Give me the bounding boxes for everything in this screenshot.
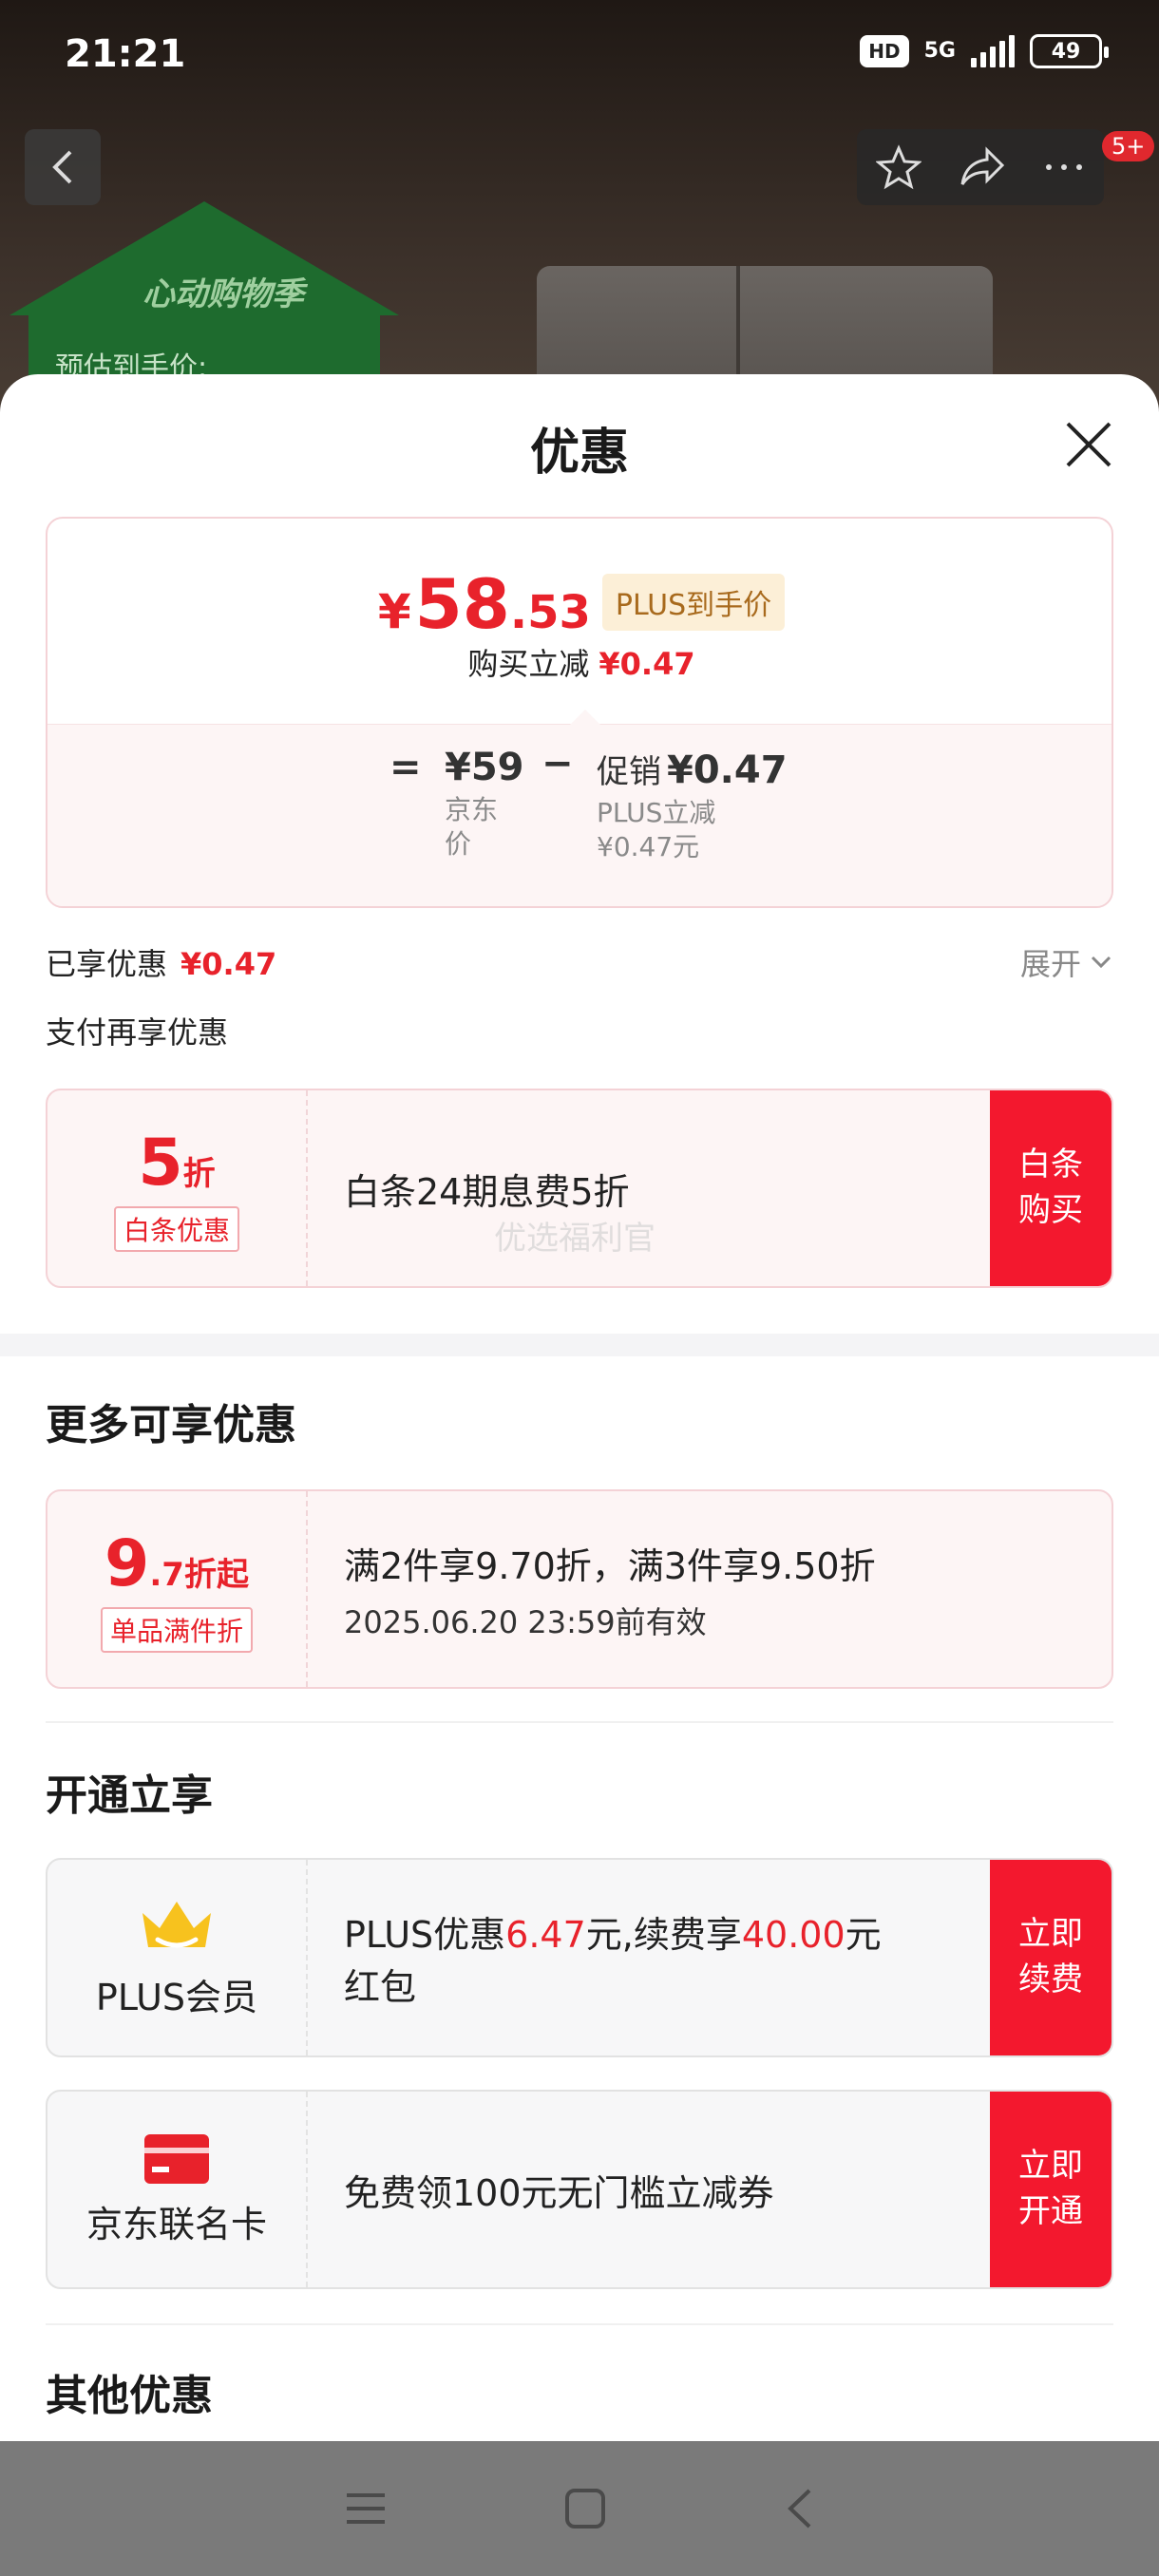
status-icons: HD 5G 49 [860, 34, 1109, 68]
minus-sign: − [542, 742, 574, 786]
plus-member-block: PLUS会员 [48, 1860, 308, 2055]
plus-offer-text-c: 元 [845, 1914, 882, 1956]
credit-card-icon [144, 2133, 209, 2184]
enjoyed-discount-row: 已享优惠 ¥0.47 [46, 940, 276, 984]
more-offers-title: 更多可享优惠 [46, 1401, 296, 1449]
star-icon[interactable] [875, 144, 922, 190]
other-offers-title: 其他优惠 [46, 2372, 213, 2420]
discount-sheet: 优惠 ¥ 58 .53 PLUS到手价 购买立减 ¥0.47 = ¥59 京东价 … [0, 374, 1159, 2441]
promo-desc-amount: ¥0.47元 [597, 831, 700, 863]
renew-plus-button[interactable]: 立即续费 [990, 1860, 1112, 2055]
chevron-down-icon [1091, 956, 1112, 969]
promo-block: 促销 ¥0.47 PLUS立减 ¥0.47元 [597, 746, 788, 865]
price-breakdown: = ¥59 京东价 − 促销 ¥0.47 PLUS立减 ¥0.47元 [48, 710, 1112, 906]
card-offer-text: 免费领100元无门槛立减券 [344, 2092, 774, 2287]
multi-item-offer-card[interactable]: 9.7折起 单品满件折 满2件享9.70折，满3件享9.50折 2025.06.… [46, 1489, 1113, 1689]
multi-offer-description: 满2件享9.70折，满3件享9.50折 [344, 1544, 876, 1587]
menu-icon[interactable] [344, 2490, 388, 2528]
jd-card-label: 京东联名卡 [86, 2203, 267, 2245]
chevron-left-icon [52, 150, 72, 184]
close-icon [1066, 422, 1112, 467]
equals-sign: = [390, 746, 422, 789]
currency-symbol: ¥ [377, 584, 411, 639]
share-icon[interactable] [959, 146, 1006, 188]
price-decimal: .53 [509, 586, 591, 639]
multi-offer-text: 满2件享9.70折，满3件享9.50折 2025.06.20 23:59前有效 [344, 1491, 876, 1687]
promo-desc: PLUS立减 [597, 797, 716, 828]
divider [46, 2323, 1113, 2325]
enjoyed-value: ¥0.47 [180, 946, 277, 982]
enjoyed-label: 已享优惠 [46, 946, 168, 982]
hd-icon: HD [860, 35, 909, 67]
card-offer-description: 免费领100元无门槛立减券 [344, 2171, 774, 2214]
final-price-row: ¥ 58 .53 PLUS到手价 [48, 564, 1112, 644]
plus-offer-amount: 6.47 [505, 1914, 586, 1956]
battery-icon: 49 [1030, 34, 1109, 68]
promo-value: ¥0.47 [667, 748, 788, 792]
price-card: ¥ 58 .53 PLUS到手价 购买立减 ¥0.47 = ¥59 京东价 − 促… [46, 517, 1113, 908]
baitiao-offer-description: 白条24期息费5折 [344, 1170, 630, 1213]
network-label: 5G [923, 39, 956, 63]
instant-discount-value: ¥0.47 [598, 646, 695, 682]
plus-member-offer-card: PLUS会员 PLUS优惠6.47元,续费享40.00元 红包 立即续费 [46, 1858, 1113, 2057]
section-divider [0, 1334, 1159, 1356]
plus-offer-text-a: PLUS优惠 [344, 1914, 506, 1956]
open-card-button[interactable]: 立即开通 [990, 2092, 1112, 2287]
plus-price-tag: PLUS到手价 [601, 574, 786, 631]
baitiao-buy-button[interactable]: 白条购买 [990, 1090, 1112, 1286]
status-time: 21:21 [65, 32, 186, 76]
multi-offer-validity: 2025.06.20 23:59前有效 [344, 1603, 707, 1640]
jd-price-value: ¥59 [445, 746, 524, 789]
multi-discount-number: 9 [104, 1525, 150, 1601]
divider [46, 1721, 1113, 1723]
multi-discount-tag: 单品满件折 [100, 1606, 253, 1653]
multi-discount-unit: .7折起 [149, 1555, 249, 1594]
baitiao-discount-number: 5 [138, 1125, 183, 1201]
jd-card-offer-card: 京东联名卡 免费领100元无门槛立减券 立即开通 [46, 2090, 1113, 2289]
jd-card-block: 京东联名卡 [48, 2092, 308, 2287]
jd-price-block: ¥59 京东价 [445, 746, 524, 862]
open-section-title: 开通立享 [46, 1771, 213, 1820]
plus-offer-text-d: 红包 [344, 1966, 417, 2008]
crown-icon [142, 1901, 211, 1947]
back-button[interactable] [25, 129, 101, 205]
plus-renew-amount: 40.00 [741, 1914, 846, 1956]
plus-offer-text-b: 元,续费享 [585, 1914, 742, 1956]
baitiao-discount-block: 5折 白条优惠 [48, 1090, 308, 1286]
expand-button[interactable]: 展开 [1020, 940, 1113, 984]
baitiao-offer-card: 5折 白条优惠 白条24期息费5折 优选福利官 白条购买 [46, 1089, 1113, 1288]
jd-price-label: 京东 [445, 794, 499, 825]
sheet-title: 优惠 [529, 425, 629, 482]
plus-member-label: PLUS会员 [95, 1976, 258, 2018]
plus-offer-text: PLUS优惠6.47元,续费享40.00元 红包 [344, 1860, 882, 2055]
pay-again-label: 支付再享优惠 [46, 1014, 229, 1051]
close-button[interactable] [1062, 418, 1115, 471]
watermark: 优选福利官 [494, 1220, 656, 1258]
banner-title: 心动购物季 [142, 275, 304, 313]
baitiao-discount-unit: 折 [182, 1154, 216, 1193]
home-icon[interactable] [563, 2487, 607, 2530]
jd-price-label-2: 价 [445, 828, 472, 861]
signal-icon [971, 35, 1015, 67]
product-page-background: 21:21 HD 5G 49 心动购物季 预估到手价: 5+ [0, 0, 1159, 437]
final-price: ¥ 58 .53 [378, 564, 591, 644]
back-icon[interactable] [783, 2487, 815, 2530]
instant-discount: 购买立减 ¥0.47 [48, 640, 1112, 684]
multi-discount-block: 9.7折起 单品满件折 [48, 1491, 308, 1687]
price-integer: 58 [414, 564, 510, 644]
system-navigation-bar [0, 2441, 1159, 2576]
baitiao-tag: 白条优惠 [113, 1205, 239, 1252]
notification-badge: 5+ [1102, 131, 1155, 161]
instant-discount-label: 购买立减 [467, 646, 590, 682]
more-icon[interactable] [1043, 161, 1085, 173]
expand-label: 展开 [1019, 946, 1081, 982]
promo-label: 促销 [597, 753, 661, 791]
top-action-bar [857, 129, 1104, 205]
